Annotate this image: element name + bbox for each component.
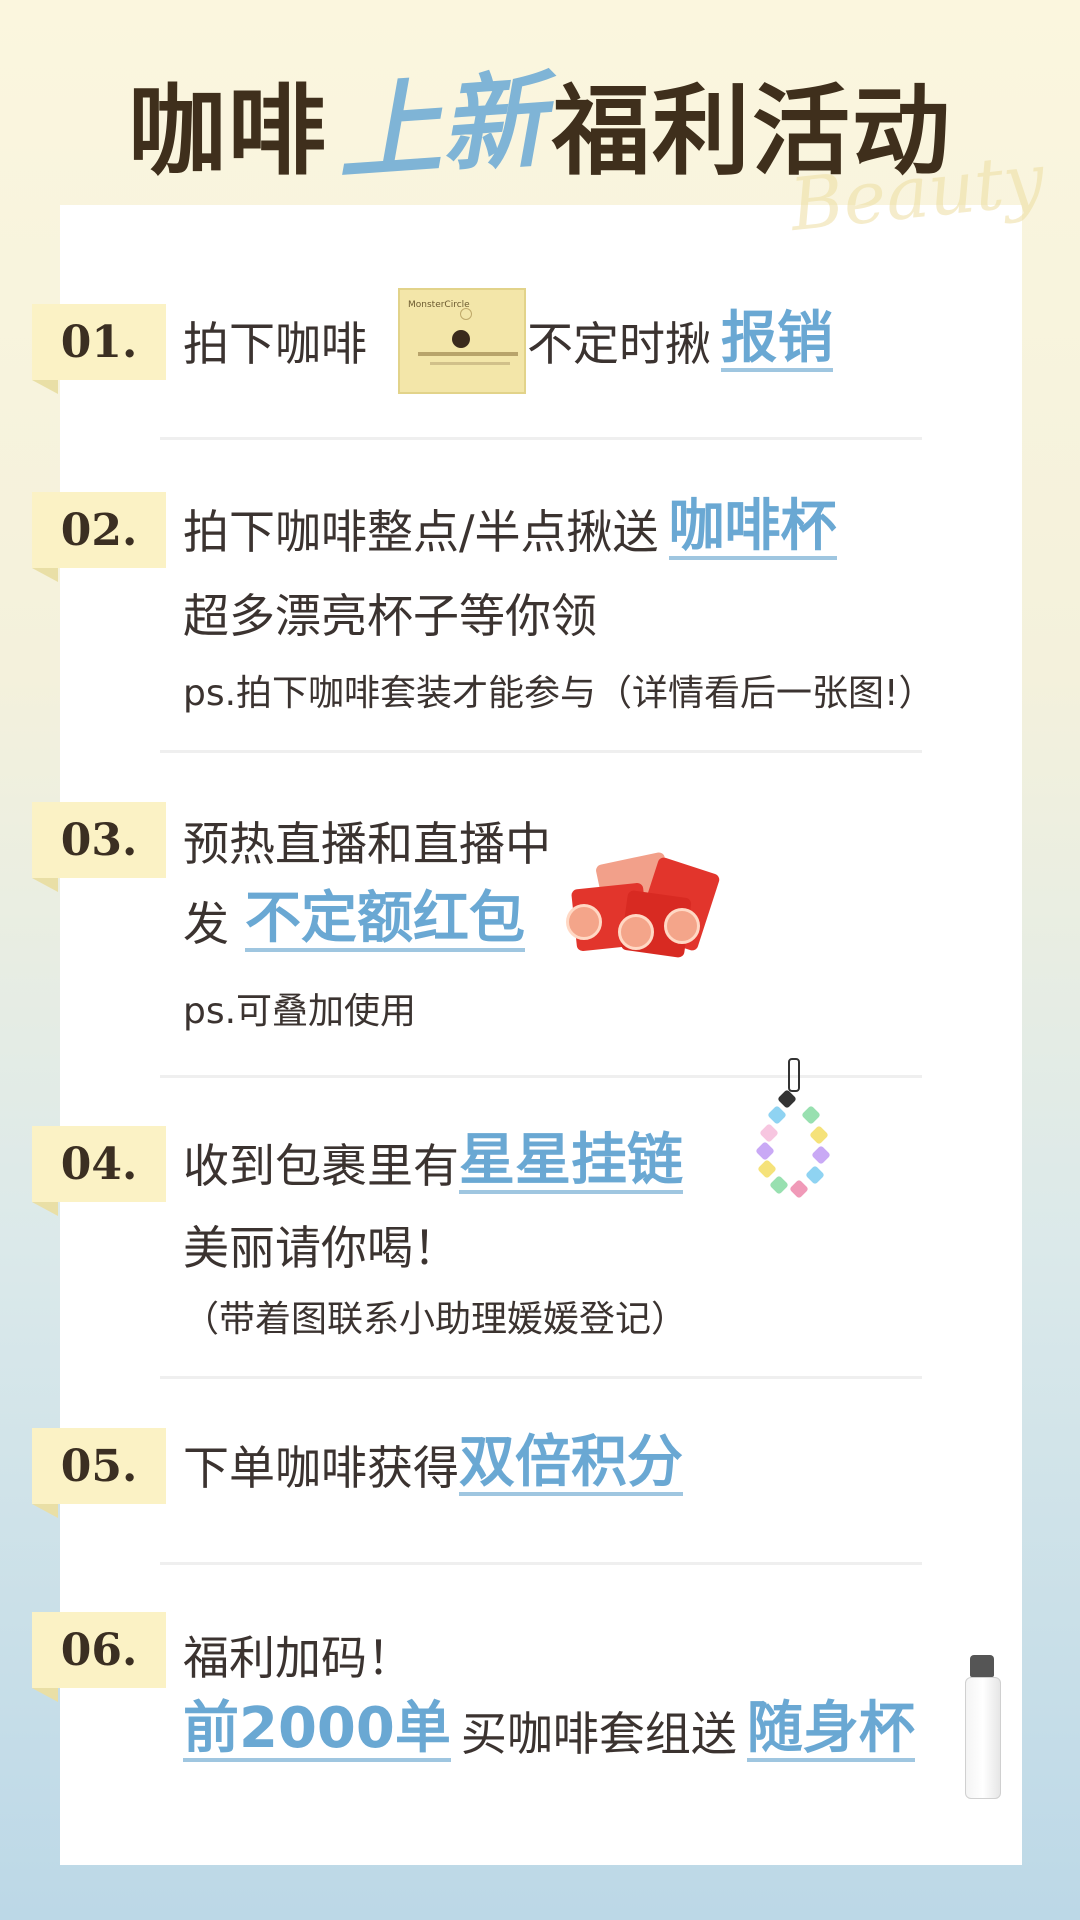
- item-02-line-2: 超多漂亮杯子等你领: [183, 589, 597, 643]
- title-script: 上新: [332, 57, 549, 195]
- coffee-product-box-image: MonsterCircle: [398, 288, 526, 394]
- divider: [160, 1562, 922, 1565]
- item-number-01: 01.: [32, 304, 166, 394]
- item-04-highlight: 星星挂链: [459, 1127, 683, 1195]
- item-01-text-pre: 拍下咖啡: [183, 317, 367, 371]
- item-02-note: ps.拍下咖啡套装才能参与（详情看后一张图!）: [183, 673, 935, 714]
- item-03-text-pre: 发: [183, 897, 229, 951]
- item-number-02: 02.: [32, 492, 166, 582]
- content-card: [60, 205, 1022, 1865]
- item-01-highlight: 报销: [721, 305, 833, 373]
- item-04-note: （带着图联系小助理媛媛登记）: [183, 1299, 688, 1340]
- star-keychain-image: [752, 1058, 832, 1199]
- item-05-line-1: 下单咖啡获得 双倍积分: [183, 1432, 683, 1498]
- item-06-highlight-1: 前2000单: [183, 1695, 451, 1763]
- divider: [160, 437, 922, 440]
- item-02-text-pre: 拍下咖啡整点/半点揪送: [183, 505, 659, 559]
- item-number-03: 03.: [32, 802, 166, 892]
- item-01-text-mid: 不定时揪: [527, 317, 711, 371]
- item-04-line-2: 美丽请你喝！: [183, 1221, 459, 1275]
- item-number-06: 06.: [32, 1612, 166, 1702]
- item-02-highlight: 咖啡杯: [668, 493, 837, 561]
- water-bottle-image: [965, 1655, 1001, 1799]
- item-06-line-2: 前2000单 买咖啡套组送 随身杯: [183, 1698, 915, 1764]
- item-02-line-1: 拍下咖啡整点/半点揪送 咖啡杯: [183, 496, 837, 562]
- item-number-05: 05.: [32, 1428, 166, 1518]
- item-03-line-1: 预热直播和直播中: [183, 817, 551, 871]
- item-05-highlight: 双倍积分: [459, 1429, 683, 1497]
- item-05-text-pre: 下单咖啡获得: [183, 1441, 459, 1495]
- product-brand-label: MonsterCircle: [408, 300, 470, 310]
- title-part-1: 咖啡: [127, 75, 328, 189]
- red-envelope-image: [560, 851, 721, 962]
- item-03-highlight: 不定额红包: [245, 885, 525, 953]
- item-04-line-1: 收到包裹里有 星星挂链: [183, 1130, 683, 1196]
- item-06-line-1: 福利加码！: [183, 1631, 413, 1685]
- item-04-text-pre: 收到包裹里有: [183, 1139, 459, 1193]
- item-03-note: ps.可叠加使用: [183, 991, 417, 1032]
- item-06-highlight-2: 随身杯: [746, 1695, 915, 1763]
- item-03-line-2: 发 不定额红包: [183, 888, 525, 954]
- item-number-04: 04.: [32, 1126, 166, 1216]
- item-06-text-mid: 买咖啡套组送: [460, 1707, 737, 1761]
- divider: [160, 750, 922, 753]
- divider: [160, 1376, 922, 1379]
